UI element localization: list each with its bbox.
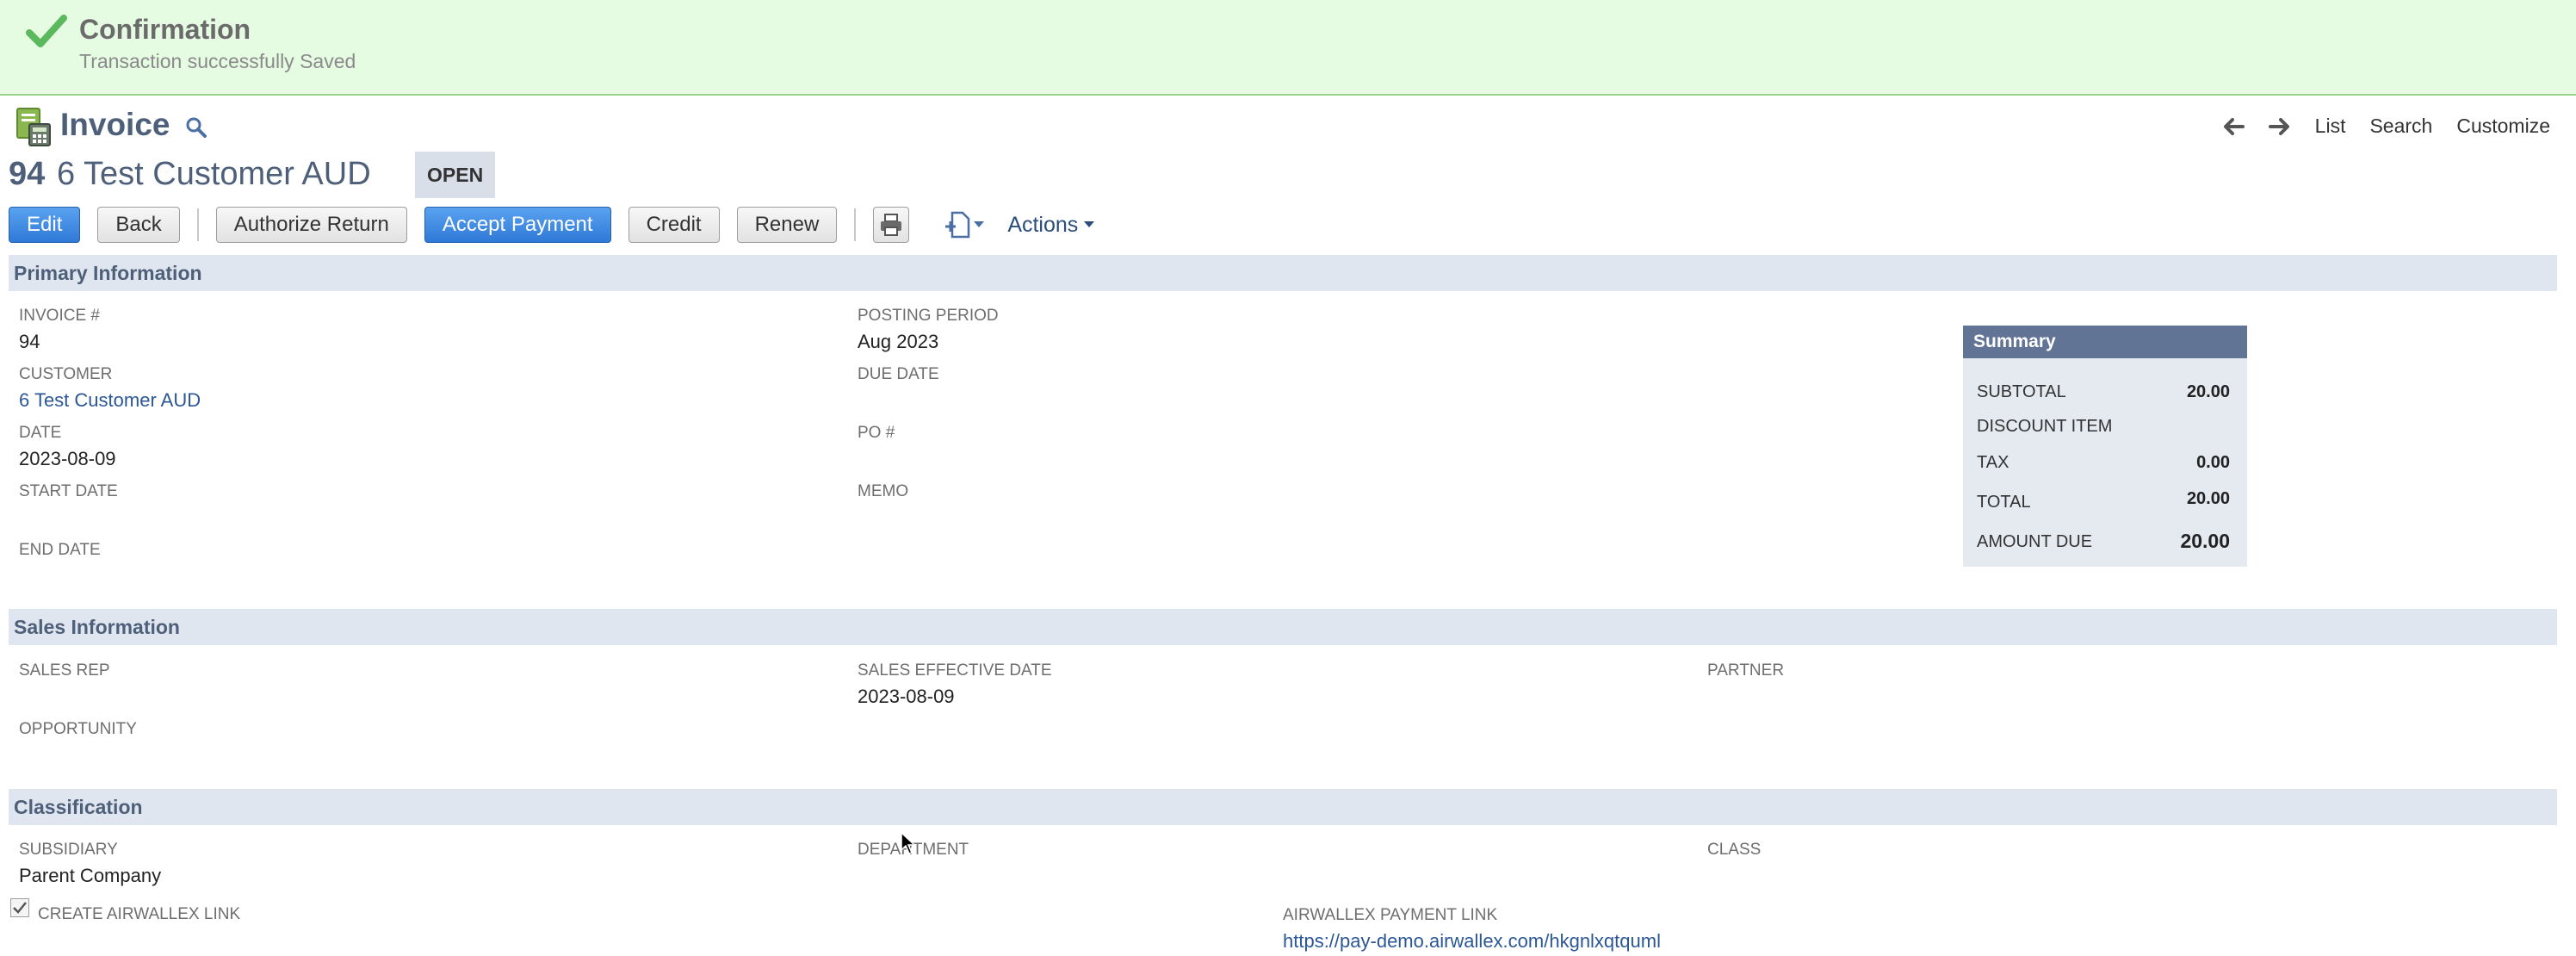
sales-effective-date-field: SALES EFFECTIVE DATE 2023-08-09: [858, 661, 1052, 708]
field-label: INVOICE #: [19, 307, 100, 325]
field-label: SUBSIDIARY: [19, 841, 118, 859]
field-value: 94: [19, 331, 40, 352]
memo-field: MEMO: [858, 482, 908, 501]
tax-row: TAX 0.00: [1977, 453, 2230, 473]
po-number-field: PO #: [858, 424, 895, 443]
customize-link[interactable]: Customize: [2456, 115, 2550, 138]
field-value: 2023-08-09: [858, 686, 955, 707]
summary-value: 20.00: [2186, 382, 2230, 401]
arrow-left-icon[interactable]: [2222, 117, 2245, 136]
record-number: 94: [9, 156, 46, 192]
search-link[interactable]: Search: [2369, 115, 2432, 138]
toolbar-divider: [196, 208, 199, 241]
edit-button[interactable]: Edit: [9, 207, 81, 243]
summary-value: 20.00: [2186, 489, 2230, 508]
create-airwallex-link-checkbox[interactable]: [10, 898, 29, 917]
actions-menu[interactable]: Actions: [1007, 213, 1095, 238]
field-label: PARTNER: [1707, 661, 1785, 680]
posting-period-field: POSTING PERIOD Aug 2023: [858, 307, 999, 353]
checkmark-icon: [13, 902, 27, 914]
field-label: DUE DATE: [858, 365, 939, 383]
end-date-field: END DATE: [19, 541, 101, 560]
sales-information-header[interactable]: Sales Information: [9, 609, 2557, 645]
back-button[interactable]: Back: [97, 207, 180, 243]
field-label: PO #: [858, 424, 895, 442]
total-row: TOTAL 20.00: [1977, 489, 2230, 512]
field-label: SALES REP: [19, 661, 110, 680]
field-value: 2023-08-09: [19, 448, 116, 469]
page-title: Invoice: [60, 107, 170, 142]
summary-value: 20.00: [2180, 530, 2230, 552]
field-value: Parent Company: [19, 865, 162, 886]
invoice-record-icon: [16, 108, 51, 146]
field-label: CLASS: [1707, 841, 1762, 859]
start-date-field: START DATE: [19, 482, 118, 501]
credit-button[interactable]: Credit: [628, 207, 720, 243]
new-document-icon: [945, 211, 970, 239]
arrow-right-icon[interactable]: [2268, 117, 2291, 136]
search-icon[interactable]: [184, 115, 208, 140]
field-label: SALES EFFECTIVE DATE: [858, 661, 1052, 680]
airwallex-payment-link[interactable]: https://pay-demo.airwallex.com/hkgnlxqtq…: [1283, 930, 1661, 953]
print-button[interactable]: [873, 207, 910, 243]
chevron-down-icon: [974, 221, 985, 227]
summary-value: 0.00: [2196, 453, 2230, 472]
field-value: Aug 2023: [858, 331, 939, 352]
summary-label: TAX: [1977, 453, 2009, 472]
summary-label: AMOUNT DUE: [1977, 532, 2093, 551]
field-label: MEMO: [858, 482, 909, 500]
actions-label: Actions: [1007, 212, 1079, 237]
field-label: AIRWALLEX PAYMENT LINK: [1283, 906, 1498, 924]
subsidiary-field: SUBSIDIARY Parent Company: [19, 841, 161, 887]
create-airwallex-link-label: CREATE AIRWALLEX LINK: [38, 905, 241, 923]
summary-label: DISCOUNT ITEM: [1977, 417, 2113, 436]
record-name: 6 Test Customer AUD: [57, 156, 371, 192]
amount-due-row: AMOUNT DUE 20.00: [1977, 530, 2230, 553]
summary-box: Summary SUBTOTAL 20.00 DISCOUNT ITEM TAX…: [1963, 326, 2247, 567]
list-link[interactable]: List: [2315, 115, 2346, 138]
customer-link[interactable]: 6 Test Customer AUD: [19, 389, 201, 412]
field-label: END DATE: [19, 541, 101, 559]
accept-payment-button[interactable]: Accept Payment: [424, 207, 611, 243]
banner-title: Confirmation: [79, 14, 251, 45]
classification-header[interactable]: Classification: [9, 789, 2557, 825]
field-label: DATE: [19, 424, 62, 442]
chevron-down-icon: [1084, 221, 1095, 227]
field-label: POSTING PERIOD: [858, 307, 999, 325]
summary-label: TOTAL: [1977, 493, 2031, 512]
action-toolbar: Edit Back Authorize Return Accept Paymen…: [9, 205, 1095, 245]
banner-message: Transaction successfully Saved: [79, 50, 356, 72]
checkmark-icon: [26, 15, 67, 47]
mouse-cursor-icon: [901, 832, 916, 854]
customer-field: CUSTOMER 6 Test Customer AUD: [19, 365, 201, 412]
new-document-menu[interactable]: [944, 210, 985, 239]
invoice-number-field: INVOICE # 94: [19, 307, 100, 353]
renew-button[interactable]: Renew: [736, 207, 838, 243]
field-label: START DATE: [19, 482, 118, 500]
date-field: DATE 2023-08-09: [19, 424, 116, 470]
subtotal-row: SUBTOTAL 20.00: [1977, 382, 2230, 402]
field-label: CUSTOMER: [19, 365, 113, 383]
opportunity-field: OPPORTUNITY: [19, 720, 137, 739]
field-label: OPPORTUNITY: [19, 720, 137, 738]
discount-row: DISCOUNT ITEM: [1977, 417, 2230, 437]
partner-field: PARTNER: [1707, 661, 1784, 680]
summary-header: Summary: [1963, 326, 2247, 358]
print-icon: [881, 214, 902, 236]
due-date-field: DUE DATE: [858, 365, 939, 384]
summary-label: SUBTOTAL: [1977, 382, 2066, 401]
confirmation-banner: Confirmation Transaction successfully Sa…: [0, 0, 2576, 96]
sales-rep-field: SALES REP: [19, 661, 110, 680]
status-badge: OPEN: [415, 152, 496, 198]
toolbar-divider: [854, 208, 857, 241]
class-field: CLASS: [1707, 841, 1761, 860]
airwallex-payment-link-field: AIRWALLEX PAYMENT LINK https://pay-demo.…: [1283, 906, 1661, 953]
authorize-return-button[interactable]: Authorize Return: [215, 207, 407, 243]
primary-information-header[interactable]: Primary Information: [9, 255, 2557, 291]
record-navigation: List Search Customize: [2222, 115, 2550, 138]
